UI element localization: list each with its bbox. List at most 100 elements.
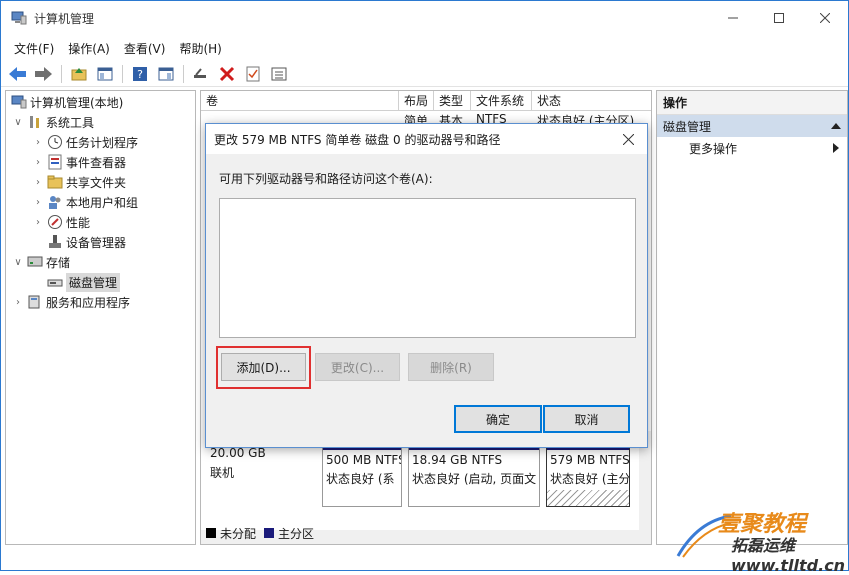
- tree-item-root[interactable]: 计算机管理(本地): [8, 92, 123, 112]
- toolbar-separator: [61, 64, 62, 83]
- legend-primary: 主分区: [278, 526, 315, 541]
- tree-item-storage[interactable]: ∨ 存储: [12, 252, 70, 272]
- tree-item-system-tools[interactable]: ∨ 系统工具: [12, 112, 94, 132]
- partition-size: 18.94 GB NTFS: [412, 453, 503, 467]
- dialog-prompt: 可用下列驱动器号和路径访问这个卷(A):: [219, 172, 433, 186]
- properties-button[interactable]: [242, 63, 264, 85]
- title-bar: 计算机管理: [1, 1, 848, 35]
- tree-label: 设备管理器: [66, 235, 127, 250]
- computer-management-icon: [11, 95, 27, 109]
- menu-help[interactable]: 帮助(H): [172, 40, 228, 57]
- performance-icon: [48, 215, 62, 229]
- column-header-type[interactable]: 类型: [434, 91, 471, 111]
- chevron-right-icon[interactable]: ›: [32, 217, 44, 228]
- partition-size: 500 MB NTFS: [326, 453, 401, 467]
- tree-label: 服务和应用程序: [46, 295, 131, 310]
- primary-swatch: [264, 528, 275, 538]
- chevron-right-icon[interactable]: ›: [32, 137, 44, 148]
- tree-label: 共享文件夹: [66, 175, 127, 190]
- column-header-filesystem[interactable]: 文件系统: [471, 91, 532, 111]
- partition-c-drive[interactable]: 18.94 GB NTFS 状态良好 (启动, 页面文: [408, 443, 540, 507]
- show-action-pane-button[interactable]: [155, 63, 177, 85]
- tree-label: 事件查看器: [66, 155, 127, 170]
- up-folder-button[interactable]: [68, 63, 90, 85]
- disk-icon: [47, 279, 63, 287]
- close-icon: [820, 13, 830, 23]
- unallocated-swatch: [206, 528, 216, 538]
- actions-section-label: 磁盘管理: [663, 119, 712, 134]
- menu-file[interactable]: 文件(F): [7, 40, 61, 57]
- chevron-up-icon: [831, 123, 841, 129]
- change-button[interactable]: 更改(C)...: [315, 353, 400, 381]
- storage-icon: [27, 256, 43, 267]
- tree-item-event-viewer[interactable]: › 事件查看器: [32, 152, 126, 172]
- maximize-button[interactable]: [756, 1, 802, 35]
- chevron-right-icon[interactable]: ›: [32, 157, 44, 168]
- partition-system-reserved[interactable]: 500 MB NTFS 状态良好 (系: [322, 443, 402, 507]
- remove-button[interactable]: 删除(R): [408, 353, 494, 381]
- watermark-logo: 壹聚教程 拓磊运维 www.tlltd.cn: [673, 506, 848, 575]
- help-button[interactable]: ?: [129, 63, 151, 85]
- computer-management-window: 计算机管理 文件(F) 操作(A) 查看(V) 帮助(H) ? 计算机管理(本地…: [0, 0, 849, 575]
- tree-label: 系统工具: [46, 115, 95, 130]
- tree-item-shared-folders[interactable]: › 共享文件夹: [32, 172, 126, 192]
- tree-label: 计算机管理(本地): [30, 95, 124, 110]
- column-header-volume[interactable]: 卷: [201, 91, 399, 111]
- shared-folder-icon: [47, 175, 63, 189]
- connect-button[interactable]: [190, 63, 212, 85]
- chevron-down-icon[interactable]: ∨: [12, 257, 24, 268]
- partition-selected-579mb[interactable]: 579 MB NTFS 状态良好 (主分: [546, 443, 630, 507]
- minimize-button[interactable]: [710, 1, 756, 35]
- drive-path-list[interactable]: [219, 198, 636, 338]
- tree-item-device-manager[interactable]: 设备管理器: [44, 232, 126, 252]
- disk-size: 20.00 GB: [210, 446, 266, 460]
- column-header-layout[interactable]: 布局: [399, 91, 434, 111]
- close-icon: [622, 133, 634, 145]
- tree-item-performance[interactable]: › 性能: [32, 212, 90, 232]
- arrow-left-icon: [9, 66, 26, 81]
- forward-button[interactable]: [33, 63, 55, 85]
- cancel-button[interactable]: 取消: [543, 405, 630, 433]
- chevron-right-icon[interactable]: ›: [32, 197, 44, 208]
- more-actions-item[interactable]: 更多操作: [657, 137, 847, 159]
- tree-item-disk-management[interactable]: 磁盘管理: [44, 272, 121, 292]
- ok-button[interactable]: 确定: [454, 405, 542, 433]
- partition-size: 579 MB NTFS: [547, 450, 629, 471]
- tree-label: 磁盘管理: [66, 272, 121, 292]
- maximize-icon: [774, 13, 784, 23]
- show-hide-tree-button[interactable]: [94, 63, 116, 85]
- folder-up-icon: [71, 67, 87, 80]
- menu-action[interactable]: 操作(A): [61, 40, 117, 57]
- tree-label: 存储: [46, 255, 71, 270]
- change-drive-letter-dialog: 更改 579 MB NTFS 简单卷 磁盘 0 的驱动器号和路径 可用下列驱动器…: [205, 123, 648, 448]
- column-header-status[interactable]: 状态: [532, 91, 651, 111]
- close-button[interactable]: [802, 1, 848, 35]
- checklist-icon: [246, 66, 260, 81]
- tree-label: 任务计划程序: [66, 135, 139, 150]
- tree-item-task-scheduler[interactable]: › 任务计划程序: [32, 132, 138, 152]
- menu-view[interactable]: 查看(V): [117, 40, 173, 57]
- actions-header: 操作: [657, 91, 847, 115]
- tree-label: 性能: [66, 215, 91, 230]
- back-button[interactable]: [7, 63, 29, 85]
- help-icon: ?: [133, 66, 147, 81]
- chevron-right-icon[interactable]: ›: [32, 177, 44, 188]
- delete-button[interactable]: [216, 63, 238, 85]
- chevron-right-icon[interactable]: ›: [12, 297, 24, 308]
- chevron-down-icon[interactable]: ∨: [12, 117, 24, 128]
- disk-status: 联机: [210, 466, 235, 480]
- actions-section-disk-management[interactable]: 磁盘管理: [657, 115, 847, 137]
- toolbar-separator: [122, 64, 123, 83]
- chevron-right-icon: [833, 143, 839, 153]
- list-icon: [271, 67, 287, 80]
- clock-icon: [48, 135, 62, 149]
- add-button[interactable]: 添加(D)...: [221, 353, 306, 381]
- dialog-title: 更改 579 MB NTFS 简单卷 磁盘 0 的驱动器号和路径: [206, 124, 647, 154]
- tree-item-services-apps[interactable]: › 服务和应用程序: [12, 292, 130, 312]
- users-icon: [49, 196, 61, 209]
- toolbar: ?: [1, 61, 848, 87]
- partition-status: 状态良好 (系: [326, 472, 395, 486]
- dialog-close-button[interactable]: [617, 128, 639, 150]
- export-list-button[interactable]: [268, 63, 290, 85]
- tree-item-local-users[interactable]: › 本地用户和组: [32, 192, 138, 212]
